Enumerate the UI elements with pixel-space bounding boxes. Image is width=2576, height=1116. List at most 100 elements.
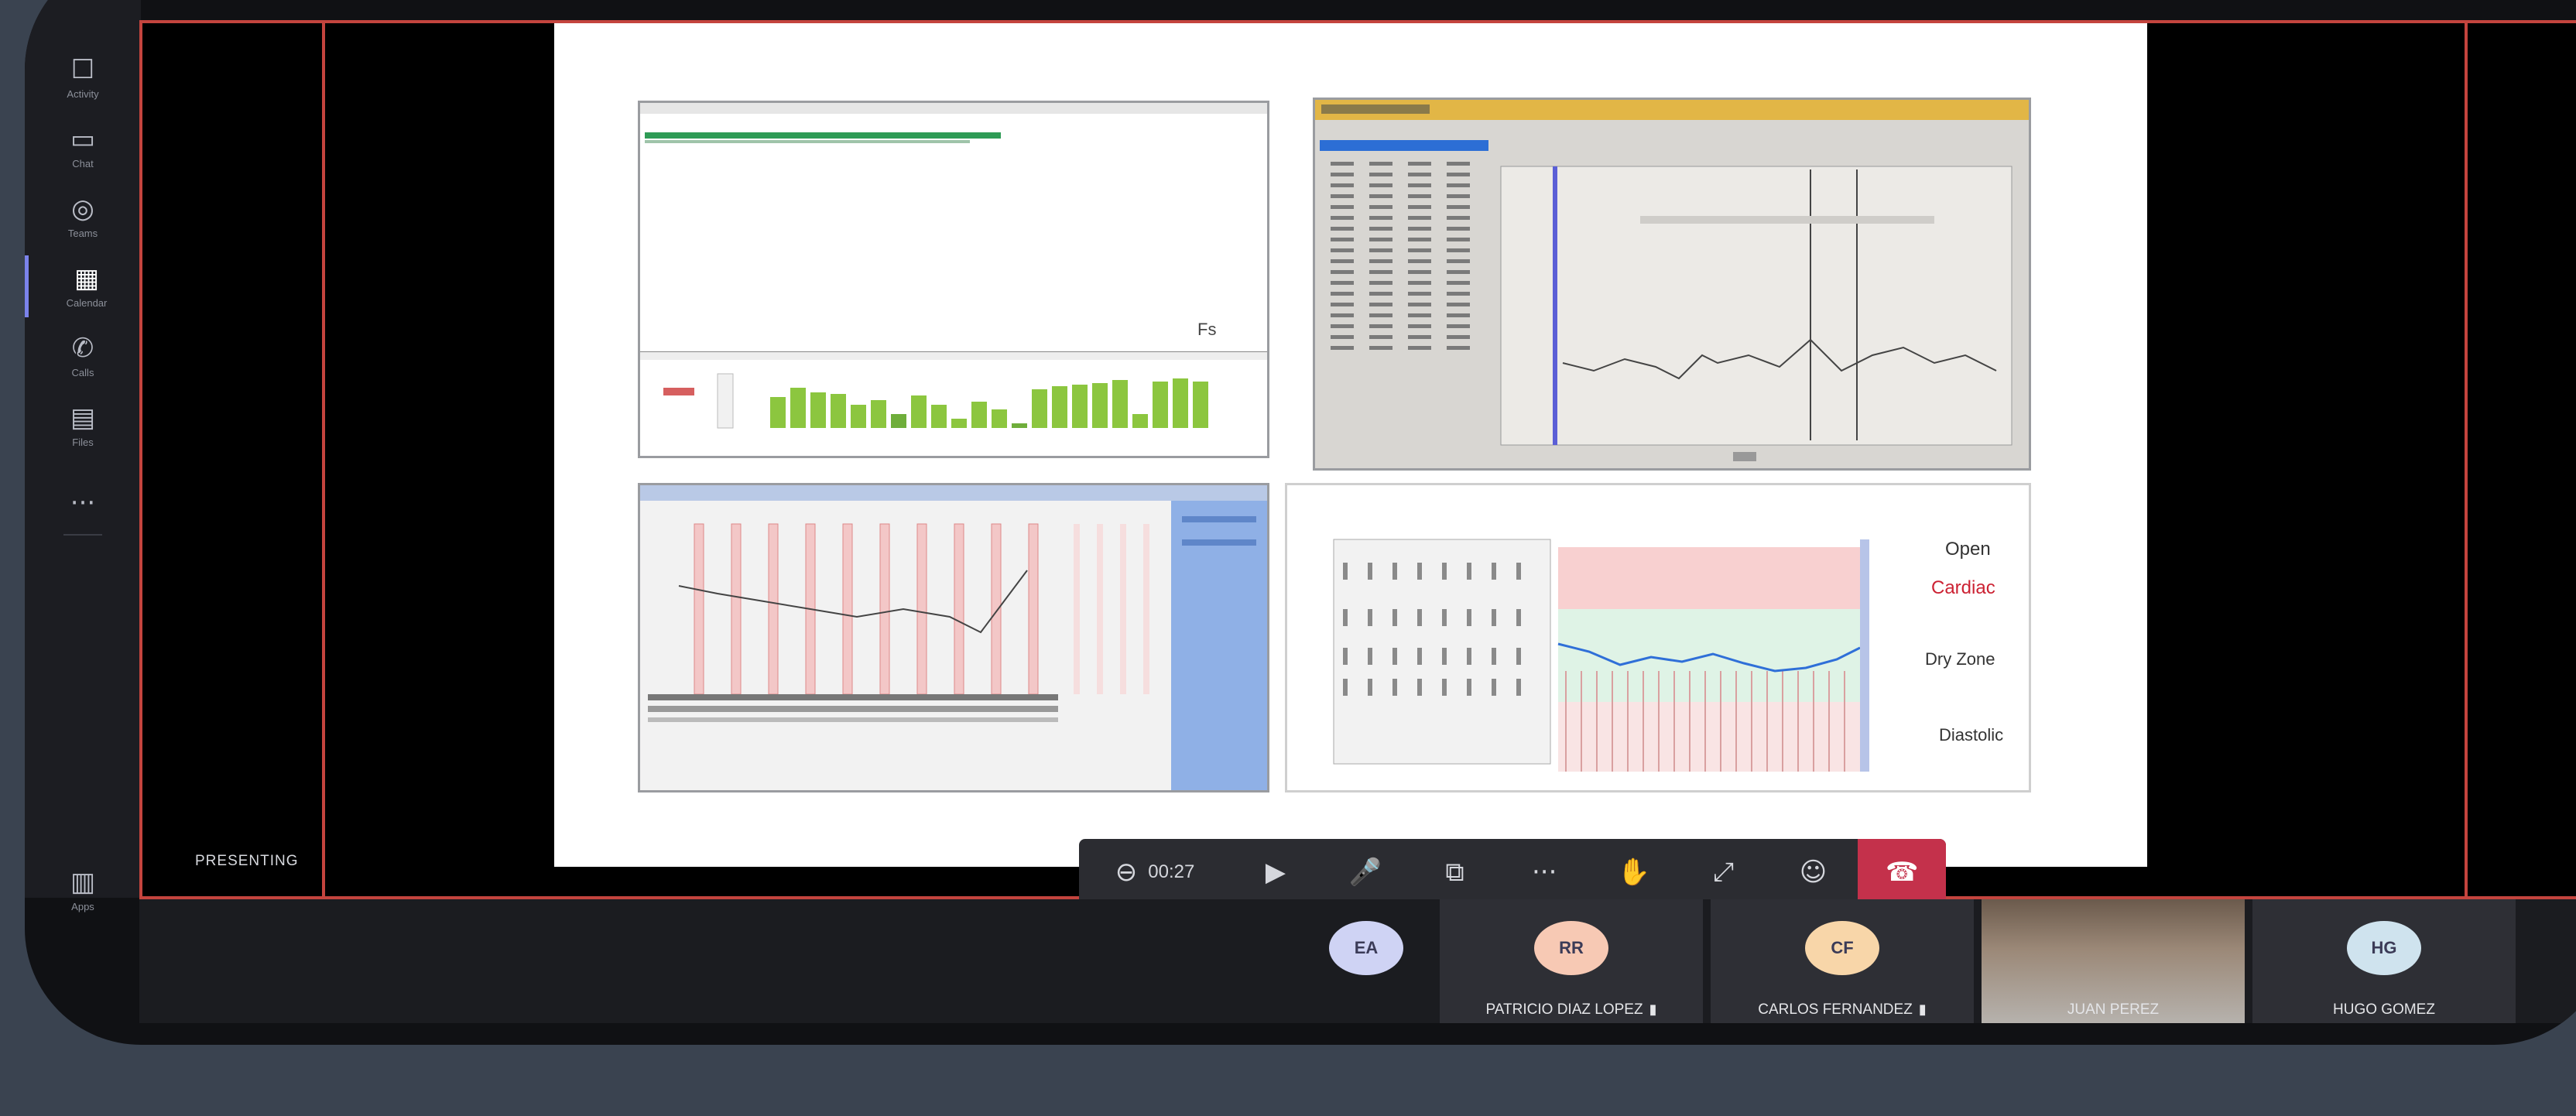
- view-button[interactable]: ⤢: [1679, 839, 1769, 905]
- slider-knob: [1392, 609, 1397, 626]
- hand-icon: ✋: [1617, 857, 1651, 888]
- slide-image-zone-chart: Open Cardiac Dry Zone Diastolic: [1285, 483, 2031, 792]
- reactions-icon: ☺: [1799, 857, 1828, 888]
- zone-label-mid: Dry Zone: [1925, 649, 1995, 669]
- rail-item-calendar[interactable]: ▦ Calendar: [25, 255, 145, 317]
- table-cell: [1447, 162, 1470, 166]
- share-button[interactable]: ⧉: [1410, 839, 1500, 905]
- microphone-icon: 🎤: [1348, 857, 1382, 888]
- bar: [879, 523, 890, 695]
- rail-item-label: Calendar: [66, 296, 108, 309]
- participant-name: PATRICIO DIAZ LOPEZ ▮: [1440, 1001, 1703, 1018]
- fullscreen-icon: ⤢: [1713, 857, 1735, 888]
- slider-knob: [1392, 648, 1397, 665]
- table-cell: [1331, 238, 1354, 241]
- signal-viewer-graphic: [1315, 100, 2029, 461]
- slider-knob: [1516, 563, 1521, 580]
- slider-knob: [1516, 609, 1521, 626]
- table-cell: [1331, 216, 1354, 220]
- table-cell: [1447, 303, 1470, 306]
- table-cell: [1369, 227, 1392, 231]
- table-cell: [1408, 281, 1431, 285]
- table-cell: [1447, 335, 1470, 339]
- table-cell: [1369, 292, 1392, 296]
- table-cell: [1408, 194, 1431, 198]
- zone-chart-graphic: Open Cardiac Dry Zone Diastolic: [1333, 539, 2003, 772]
- slide-image-signal-viewer: [1313, 98, 2031, 471]
- slider-knob: [1442, 563, 1447, 580]
- reactions-button[interactable]: ☺: [1769, 839, 1858, 905]
- hang-up-icon: ☎: [1885, 857, 1919, 888]
- slider-knob: [1343, 679, 1348, 696]
- bar: [911, 395, 927, 428]
- table-cell: [1408, 324, 1431, 328]
- more-apps-icon: ···: [70, 488, 96, 519]
- table-cell: [1447, 227, 1470, 231]
- table-cell: [1408, 205, 1431, 209]
- microphone-button[interactable]: 🎤: [1321, 839, 1410, 905]
- zone-label-red: Cardiac: [1931, 577, 1995, 598]
- bar: [1153, 382, 1168, 428]
- table-cell: [1408, 335, 1431, 339]
- participant-name: CARLOS FERNANDEZ ▮: [1711, 1001, 1974, 1018]
- table-cell: [1408, 270, 1431, 274]
- rail-item-apps[interactable]: ▥ Apps: [25, 859, 141, 921]
- rail-item-more[interactable]: ···: [25, 472, 141, 534]
- table-cell: [1447, 292, 1470, 296]
- table-cell: [1369, 248, 1392, 252]
- bar: [1072, 385, 1088, 428]
- rail-item-label: Teams: [67, 227, 98, 239]
- table-cell: [1331, 346, 1354, 350]
- stage-divider: [322, 23, 325, 896]
- slider-knob: [1467, 563, 1471, 580]
- rail-item-chat[interactable]: ▭ Chat: [25, 116, 141, 178]
- table-cell: [1331, 324, 1354, 328]
- table-cell: [1369, 259, 1392, 263]
- slider-knob: [1343, 609, 1348, 626]
- rail-item-activity[interactable]: ☐ Activity: [25, 46, 141, 108]
- rail-item-calls[interactable]: ✆ Calls: [25, 325, 141, 387]
- table-cell: [1369, 194, 1392, 198]
- raise-hand-button[interactable]: ✋: [1589, 839, 1679, 905]
- participant-tile[interactable]: RR PATRICIO DIAZ LOPEZ ▮: [1440, 899, 1703, 1023]
- table-cell: [1369, 216, 1392, 220]
- slider-knob: [1442, 609, 1447, 626]
- bar: [1097, 524, 1103, 694]
- table-cell: [1331, 173, 1354, 176]
- participant-tile[interactable]: EA: [1293, 899, 1440, 1023]
- camera-button[interactable]: ▶: [1231, 839, 1321, 905]
- slider-knob: [1492, 563, 1496, 580]
- table-cell: [1331, 335, 1354, 339]
- table-cell: [1447, 238, 1470, 241]
- bar: [694, 523, 704, 695]
- table-cell: [1408, 259, 1431, 263]
- slider-knob: [1467, 648, 1471, 665]
- table-cell: [1447, 194, 1470, 198]
- table-cell: [1408, 216, 1431, 220]
- bar: [1032, 389, 1047, 428]
- bar: [954, 523, 964, 695]
- table-cell: [1447, 248, 1470, 252]
- slider-knob: [1492, 679, 1496, 696]
- bar: [1120, 524, 1126, 694]
- participant-tile[interactable]: JUAN PEREZ: [1982, 899, 2245, 1023]
- avatar: RR: [1534, 921, 1608, 975]
- table-cell: [1408, 238, 1431, 241]
- apps-icon: ▥: [70, 866, 96, 898]
- trend-monitor-graphic: [640, 485, 1267, 790]
- table-cell: [1369, 335, 1392, 339]
- participant-tile[interactable]: HG HUGO GOMEZ: [2252, 899, 2516, 1023]
- more-actions-button[interactable]: ···: [1499, 839, 1589, 905]
- table-cell: [1369, 303, 1392, 306]
- table-cell: [1369, 324, 1392, 328]
- activity-icon: ☐: [70, 53, 95, 85]
- bar: [1132, 414, 1148, 428]
- rail-item-teams[interactable]: ◎ Teams: [25, 186, 141, 248]
- teams-window: ☐ Activity ▭ Chat ◎ Teams ▦ Calendar ✆ Calls ▤ File…: [25, 0, 2576, 1045]
- rail-item-files[interactable]: ▤ Files: [25, 395, 141, 457]
- table-cell: [1331, 183, 1354, 187]
- participant-tile[interactable]: CF CARLOS FERNANDEZ ▮: [1711, 899, 1974, 1023]
- leave-call-button[interactable]: ☎: [1858, 839, 1946, 905]
- slider-knob: [1368, 563, 1372, 580]
- zone-label-bottom: Diastolic: [1939, 725, 2003, 745]
